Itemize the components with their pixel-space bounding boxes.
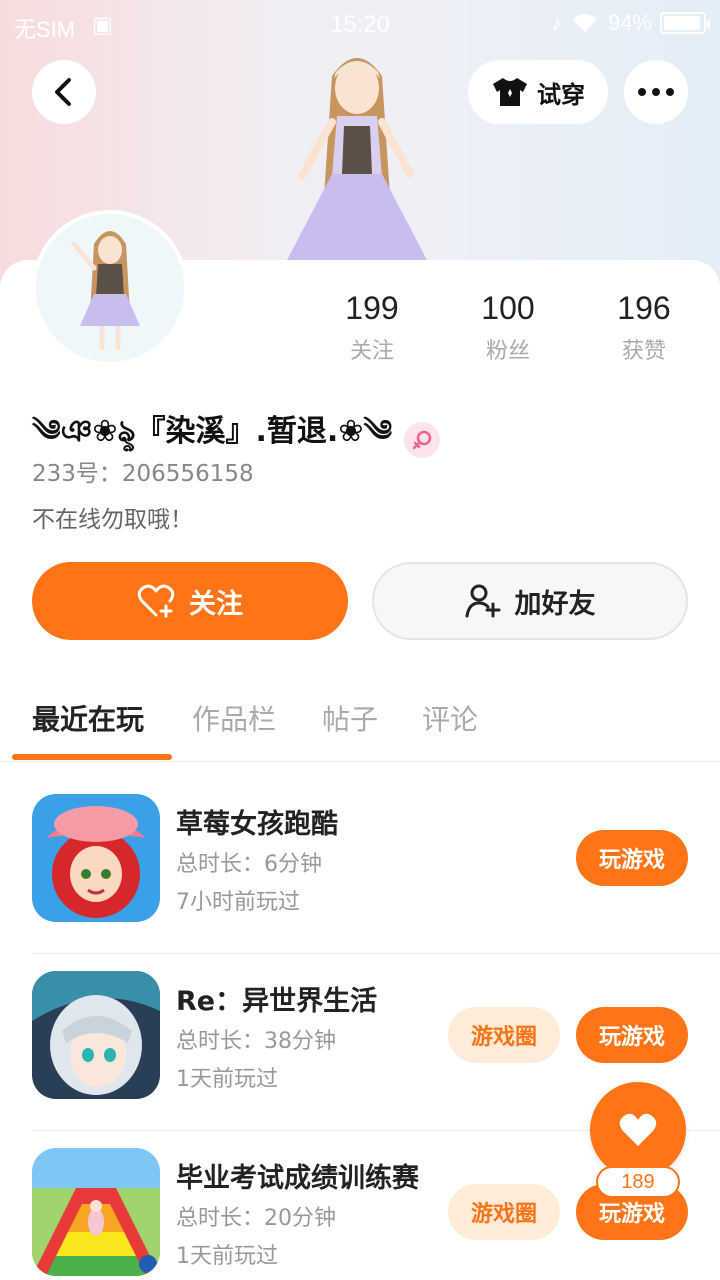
wifi-icon bbox=[572, 14, 597, 32]
tab-recently-played[interactable]: 最近在玩 bbox=[32, 698, 144, 738]
add-friend-label: 加好友 bbox=[514, 588, 596, 620]
tshirt-icon bbox=[493, 78, 527, 106]
follow-label: 关注 bbox=[189, 588, 243, 620]
stat-fans[interactable]: 100 粉丝 bbox=[440, 290, 576, 365]
bio: 不在线勿取哦！ bbox=[32, 507, 193, 533]
status-bar: 无SIM ▣ 15:20 ♪ 94% bbox=[0, 0, 720, 50]
game-duration: 总时长：38分钟 bbox=[176, 1029, 336, 1054]
tab-works[interactable]: 作品栏 bbox=[192, 698, 276, 738]
stat-value: 196 bbox=[617, 290, 671, 326]
user-id: 233号：206556158 bbox=[32, 461, 254, 487]
back-button[interactable] bbox=[32, 60, 96, 124]
mute-icon: ♪ bbox=[550, 10, 562, 35]
female-gender-icon bbox=[404, 422, 441, 458]
active-tab-indicator bbox=[12, 754, 172, 760]
avatar-character-figure bbox=[286, 58, 428, 262]
stat-value: 199 bbox=[345, 290, 399, 326]
game-list-item[interactable]: 草莓女孩跑酷 总时长：6分钟 7小时前玩过 玩游戏 bbox=[0, 778, 720, 954]
add-user-icon bbox=[465, 584, 500, 618]
follow-button[interactable]: 关注 bbox=[32, 562, 348, 640]
battery-percent: 94% bbox=[607, 10, 652, 35]
heart-plus-icon bbox=[137, 584, 175, 618]
stat-label: 粉丝 bbox=[485, 339, 530, 364]
stat-likes[interactable]: 196 获赞 bbox=[576, 290, 712, 365]
game-title: 草莓女孩跑酷 bbox=[176, 809, 338, 840]
try-on-button[interactable]: 试穿 bbox=[468, 60, 608, 124]
stat-label: 关注 bbox=[349, 339, 394, 364]
tab-comments[interactable]: 评论 bbox=[422, 698, 478, 738]
like-count-badge: 189 bbox=[596, 1166, 680, 1198]
play-game-button[interactable]: 玩游戏 bbox=[576, 1007, 688, 1063]
game-last-played: 1天前玩过 bbox=[176, 1244, 278, 1269]
play-game-button[interactable]: 玩游戏 bbox=[576, 830, 688, 886]
game-title: Re：异世界生活 bbox=[176, 986, 378, 1017]
game-icon[interactable] bbox=[32, 794, 160, 922]
game-icon[interactable] bbox=[32, 1148, 160, 1276]
tab-posts[interactable]: 帖子 bbox=[322, 698, 378, 738]
add-friend-button[interactable]: 加好友 bbox=[372, 562, 688, 640]
game-duration: 总时长：6分钟 bbox=[176, 852, 322, 877]
floating-like-button[interactable] bbox=[590, 1082, 686, 1178]
more-dots-icon bbox=[638, 88, 674, 96]
stat-label: 获赞 bbox=[621, 339, 666, 364]
stat-following[interactable]: 199 关注 bbox=[304, 290, 440, 365]
game-icon[interactable] bbox=[32, 971, 160, 1099]
profile-stats: 199 关注 100 粉丝 196 获赞 bbox=[304, 290, 712, 365]
profile-tabs: 最近在玩 作品栏 帖子 评论 bbox=[0, 690, 720, 762]
avatar-image bbox=[36, 214, 184, 362]
game-circle-button[interactable]: 游戏圈 bbox=[448, 1184, 560, 1240]
chevron-left-icon bbox=[55, 78, 71, 106]
stat-value: 100 bbox=[481, 290, 535, 326]
row-divider bbox=[32, 953, 720, 954]
more-button[interactable] bbox=[624, 60, 688, 124]
game-title: 毕业考试成绩训练赛 bbox=[176, 1163, 419, 1194]
battery-icon bbox=[660, 12, 710, 34]
game-duration: 总时长：20分钟 bbox=[176, 1206, 336, 1231]
avatar[interactable] bbox=[32, 210, 188, 366]
game-circle-button[interactable]: 游戏圈 bbox=[448, 1007, 560, 1063]
try-on-label: 试穿 bbox=[537, 80, 585, 109]
game-last-played: 1天前玩过 bbox=[176, 1067, 278, 1092]
heart-icon bbox=[619, 1113, 657, 1146]
game-last-played: 7小时前玩过 bbox=[176, 890, 300, 915]
